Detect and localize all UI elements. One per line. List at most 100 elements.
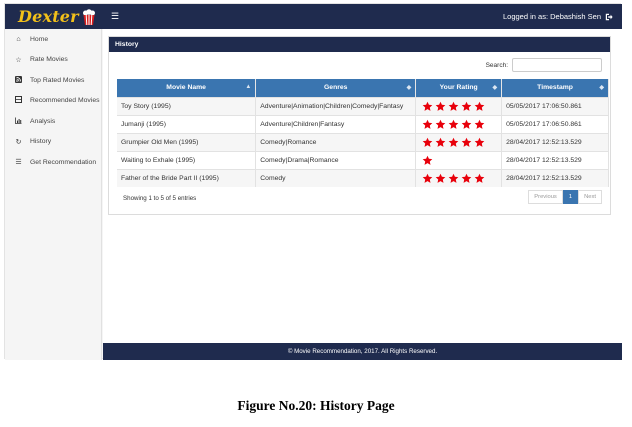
- page-button-current[interactable]: 1: [562, 190, 579, 204]
- column-header-movie-name[interactable]: Movie Name ▲︎: [117, 79, 257, 97]
- star-icon: [461, 119, 472, 129]
- table-row[interactable]: Waiting to Exhale (1995) Comedy|Drama|Ro…: [117, 150, 609, 169]
- top-navbar: Dexter ☰ Logged in as: Debashish Sen: [5, 4, 622, 29]
- star-icon: [422, 119, 433, 129]
- sidebar-item-label: Rate Movies: [30, 56, 68, 64]
- cell-timestamp: 05/05/2017 17:06:50.861: [501, 114, 609, 133]
- star-icon: [461, 101, 472, 111]
- sidebar: ⌂ Home ☆ Rate Movies Top Rated Movies Reco…: [5, 29, 102, 360]
- footer: © Movie Recommendation, 2017. All Rights…: [103, 343, 622, 360]
- home-icon: ⌂: [16, 35, 21, 43]
- login-text: Logged in as: Debashish Sen: [503, 12, 601, 21]
- sidebar-item-top-rated-movies[interactable]: Top Rated Movies: [5, 70, 101, 91]
- column-header-timestamp[interactable]: Timestamp ◆: [501, 79, 609, 97]
- star-icon: [422, 137, 433, 147]
- sidebar-item-history[interactable]: ↻ History: [5, 132, 101, 153]
- column-header-genres[interactable]: Genres ◆: [255, 79, 417, 97]
- hamburger-icon[interactable]: ☰: [111, 11, 119, 22]
- table-info: Showing 1 to 5 of 5 entries: [123, 195, 197, 202]
- cell-rating: [415, 114, 503, 133]
- previous-button[interactable]: Previous: [528, 190, 563, 204]
- history-icon: ↻: [15, 138, 22, 146]
- panel-title: History: [109, 37, 610, 52]
- pagination: Previous 1 Next: [528, 190, 602, 204]
- column-label: Timestamp: [537, 84, 573, 92]
- user-info: Logged in as: Debashish Sen: [503, 12, 613, 21]
- star-icon: [474, 137, 485, 147]
- star-icon: [448, 173, 459, 183]
- column-label: Your Rating: [439, 84, 478, 92]
- sort-icon: ◆: [492, 85, 498, 91]
- popcorn-icon: [82, 8, 95, 25]
- bar-chart-icon: [14, 117, 23, 126]
- cell-timestamp: 05/05/2017 17:06:50.861: [501, 96, 609, 115]
- sign-out-icon[interactable]: [605, 13, 613, 21]
- table-header-row: Movie Name ▲︎ Genres ◆ Your Rating ◆ Timest…: [117, 79, 609, 97]
- sidebar-item-home[interactable]: ⌂ Home: [5, 29, 101, 50]
- table-row[interactable]: Father of the Bride Part II (1995) Comed…: [117, 168, 609, 187]
- star-icon: [435, 101, 446, 111]
- star-icon: [461, 137, 472, 147]
- sort-icon: ◆: [599, 85, 604, 91]
- sidebar-item-label: Recommended Movies: [30, 97, 100, 105]
- cell-rating: [415, 168, 503, 187]
- next-button[interactable]: Next: [578, 190, 602, 204]
- cell-genres: Adventure|Animation|Children|Comedy|Fant…: [255, 96, 417, 115]
- star-icon: [461, 173, 472, 183]
- cell-movie-name: Jumanji (1995): [117, 114, 257, 133]
- star-half-icon: ☆: [15, 56, 22, 64]
- sort-icon: ◆: [406, 85, 412, 91]
- cell-genres: Adventure|Children|Fantasy: [255, 114, 417, 133]
- search-label: Search:: [485, 61, 508, 69]
- table-row[interactable]: Jumanji (1995) Adventure|Children|Fantas…: [117, 114, 609, 133]
- app-window: Dexter ☰ Logged in as: Debashish Sen ⌂ Ho…: [4, 3, 622, 360]
- star-icon: [448, 101, 459, 111]
- sidebar-item-get-recommendation[interactable]: ☰ Get Recommendation: [5, 152, 101, 173]
- cell-timestamp: 28/04/2017 12:52:13.529: [501, 132, 609, 151]
- column-header-your-rating[interactable]: Your Rating ◆: [415, 79, 503, 97]
- list-icon: ☰: [15, 159, 22, 167]
- sidebar-item-label: Home: [30, 35, 49, 43]
- star-icon: [422, 155, 433, 165]
- search-input[interactable]: [512, 58, 602, 72]
- history-table: Movie Name ▲︎ Genres ◆ Your Rating ◆ Timest…: [117, 79, 609, 187]
- star-icon: [422, 101, 433, 111]
- history-panel: History Search: Movie Name ▲︎ Genres ◆ You…: [108, 36, 611, 215]
- sidebar-item-label: Top Rated Movies: [30, 76, 85, 84]
- column-label: Movie Name: [166, 84, 206, 92]
- brand-name: Dexter: [18, 7, 79, 26]
- star-icon: [435, 173, 446, 183]
- sidebar-item-analysis[interactable]: Analysis: [5, 111, 101, 132]
- sidebar-item-label: Get Recommendation: [30, 158, 97, 166]
- star-icon: [422, 173, 433, 183]
- star-icon: [435, 137, 446, 147]
- main-content: History Search: Movie Name ▲︎ Genres ◆ You…: [103, 29, 622, 360]
- film-icon: [14, 96, 23, 105]
- cell-rating: [415, 150, 503, 169]
- star-icon: [448, 137, 459, 147]
- cell-movie-name: Father of the Bride Part II (1995): [117, 168, 257, 187]
- cell-genres: Comedy: [255, 168, 417, 187]
- cell-rating: [415, 96, 503, 115]
- column-label: Genres: [324, 84, 348, 92]
- cell-movie-name: Waiting to Exhale (1995): [117, 150, 257, 169]
- star-icon: [474, 173, 485, 183]
- brand-logo[interactable]: Dexter: [5, 4, 102, 29]
- rss-icon: [14, 75, 23, 85]
- sidebar-item-recommended-movies[interactable]: Recommended Movies: [5, 91, 101, 112]
- cell-movie-name: Toy Story (1995): [117, 96, 257, 115]
- star-icon: [448, 119, 459, 129]
- star-icon: [474, 101, 485, 111]
- cell-genres: Comedy|Romance: [255, 132, 417, 151]
- sidebar-item-rate-movies[interactable]: ☆ Rate Movies: [5, 50, 101, 71]
- cell-timestamp: 28/04/2017 12:52:13.529: [501, 150, 609, 169]
- search-box: Search:: [486, 58, 602, 72]
- cell-rating: [415, 132, 503, 151]
- sort-icon: ▲︎: [245, 84, 252, 90]
- star-icon: [474, 119, 485, 129]
- star-icon: [435, 119, 446, 129]
- sidebar-item-label: Analysis: [30, 117, 56, 125]
- table-row[interactable]: Grumpier Old Men (1995) Comedy|Romance 2…: [117, 132, 609, 151]
- cell-movie-name: Grumpier Old Men (1995): [117, 132, 257, 151]
- table-row[interactable]: Toy Story (1995) Adventure|Animation|Chi…: [117, 96, 609, 115]
